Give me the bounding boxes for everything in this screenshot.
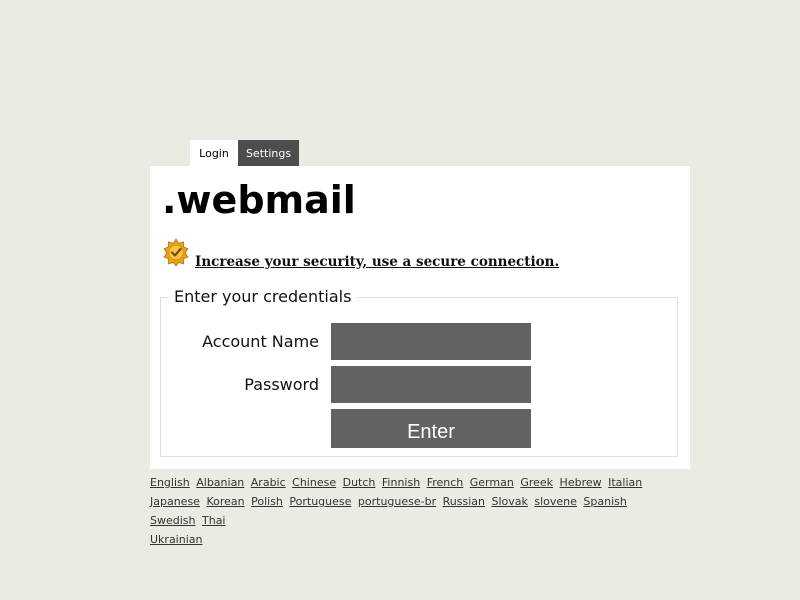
credentials-fieldset: Enter your credentials Account Name Pass… <box>160 287 678 457</box>
credentials-legend: Enter your credentials <box>169 287 357 307</box>
language-links: English Albanian Arabic Chinese Dutch Fi… <box>150 473 670 549</box>
login-panel: .webmail Increase your security, use a s… <box>150 166 690 469</box>
language-link[interactable]: Arabic <box>251 476 286 489</box>
language-link[interactable]: Portuguese <box>289 495 351 508</box>
language-link[interactable]: Russian <box>443 495 485 508</box>
language-link[interactable]: Finnish <box>382 476 420 489</box>
language-link[interactable]: Hebrew <box>560 476 602 489</box>
language-link[interactable]: Spanish <box>583 495 626 508</box>
tab-login[interactable]: Login <box>190 140 238 166</box>
language-link[interactable]: English <box>150 476 190 489</box>
brand-title: .webmail <box>162 178 356 222</box>
enter-button[interactable]: Enter <box>331 409 531 448</box>
password-input[interactable] <box>331 366 531 403</box>
language-link[interactable]: Thai <box>202 514 226 527</box>
language-link[interactable]: Polish <box>251 495 283 508</box>
language-link[interactable]: Albanian <box>196 476 244 489</box>
language-link[interactable]: Japanese <box>150 495 200 508</box>
language-link[interactable]: French <box>427 476 464 489</box>
language-link[interactable]: Italian <box>608 476 642 489</box>
language-link[interactable]: Ukrainian <box>150 533 202 546</box>
language-link[interactable]: Korean <box>206 495 244 508</box>
language-link[interactable]: German <box>470 476 514 489</box>
tab-settings[interactable]: Settings <box>238 140 299 166</box>
language-link[interactable]: Chinese <box>292 476 336 489</box>
account-name-input[interactable] <box>331 323 531 360</box>
account-name-label: Account Name <box>202 332 319 351</box>
language-link[interactable]: Greek <box>520 476 553 489</box>
tab-bar: Login Settings <box>190 140 299 166</box>
certificate-seal-icon <box>163 238 189 266</box>
language-link[interactable]: Slovak <box>491 495 527 508</box>
language-link[interactable]: portuguese-br <box>358 495 436 508</box>
language-link[interactable]: Dutch <box>343 476 376 489</box>
language-link[interactable]: slovene <box>534 495 577 508</box>
secure-connection-link[interactable]: Increase your security, use a secure con… <box>195 254 559 270</box>
password-label: Password <box>244 375 319 394</box>
language-link[interactable]: Swedish <box>150 514 196 527</box>
